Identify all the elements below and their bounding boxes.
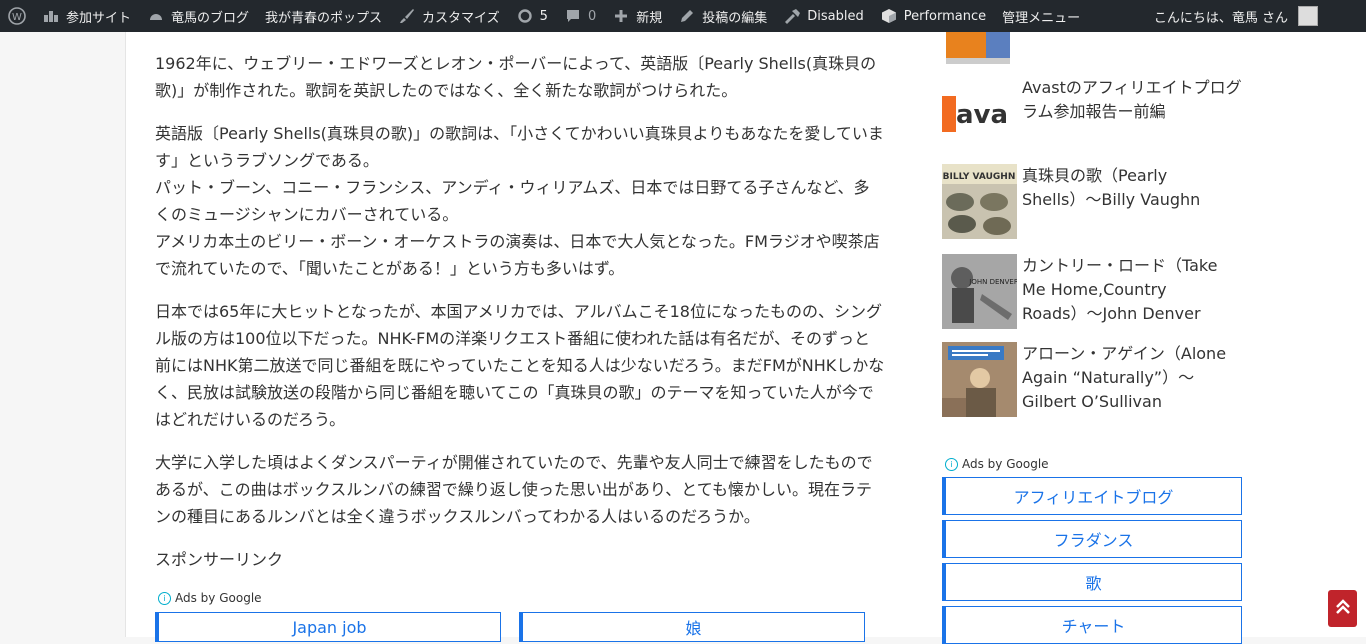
site-name-menu[interactable]: 竜馬のブログ (139, 0, 257, 32)
avatar (1298, 6, 1318, 26)
article-paragraph-2: 英語版〔Pearly Shells(真珠貝の歌)」の歌詞は、「小さくてかわいい真… (155, 124, 884, 278)
pencil-icon (678, 7, 696, 25)
article-paragraph-4: 大学に入学した頃はよくダンスパーティが開催されていたので、先輩や友人同士で練習を… (155, 453, 873, 526)
updates-link[interactable]: 5 (508, 0, 556, 32)
customize-link[interactable]: カスタマイズ (390, 0, 508, 32)
ads-by-google[interactable]: i Ads by Google (158, 591, 262, 605)
post-title[interactable]: アローン・アゲイン（Alone Again “Naturally”）〜Gilbe… (1022, 342, 1244, 417)
post-thumbnail[interactable] (942, 342, 1017, 417)
post-thumbnail[interactable]: ava (942, 76, 1017, 151)
performance-label: Performance (903, 8, 987, 24)
sidebar-post-2[interactable]: BILLY VAUGHN 真珠貝の歌（Pearly Shells）〜Billy … (942, 164, 1244, 239)
edit-post-label: 投稿の編集 (702, 10, 768, 26)
avast-logo-text: ava (956, 100, 1008, 130)
performance-menu[interactable]: Performance (872, 0, 994, 32)
comment-icon (564, 7, 582, 25)
sidebar-ad-link-song[interactable]: 歌 (942, 563, 1242, 601)
sites-icon (42, 7, 60, 25)
article-paragraph-3: 日本では65年に大ヒットとなったが、本国アメリカでは、アルバムこそ18位になった… (155, 302, 885, 429)
plus-icon (612, 7, 630, 25)
site-title-link[interactable]: 我が青春のポップス (257, 0, 390, 32)
site-name-label: 竜馬のブログ (171, 10, 250, 26)
album-title-text: JOHN DENVER (968, 278, 1017, 286)
disabled-label: Disabled (807, 8, 864, 24)
comments-link[interactable]: 0 (556, 0, 604, 32)
svg-text:W: W (12, 12, 22, 23)
ad-link-musume[interactable]: 娘 (519, 612, 865, 642)
tool-icon (783, 7, 801, 25)
sidebar-ad-link-hula-dance[interactable]: フラダンス (942, 520, 1242, 558)
edit-post-link[interactable]: 投稿の編集 (670, 0, 775, 32)
main-content: 1962年に、ウェブリー・エドワーズとレオン・ポーバーによって、英語版〔Pear… (125, 32, 913, 642)
customize-label: カスタマイズ (422, 10, 500, 26)
sidebar-post-1[interactable]: ava Avastのアフィリエイトプログラム参加報告ー前編 (942, 76, 1244, 151)
article-body: 1962年に、ウェブリー・エドワーズとレオン・ポーバーによって、英語版〔Pear… (155, 50, 885, 573)
comments-count: 0 (587, 8, 597, 24)
ads-label-text: Ads by Google (175, 591, 262, 605)
my-account-menu[interactable]: こんにちは、竜馬 さん (1146, 0, 1366, 32)
ads-label-text: Ads by Google (962, 457, 1049, 471)
sidebar-post-4[interactable]: アローン・アゲイン（Alone Again “Naturally”）〜Gilbe… (942, 342, 1244, 417)
disabled-menu[interactable]: Disabled (775, 0, 871, 32)
info-icon: i (158, 591, 171, 605)
admin-menu-link[interactable]: 管理メニュー (994, 0, 1088, 32)
admin-menu-label: 管理メニュー (1002, 10, 1081, 26)
post-title[interactable]: 真珠貝の歌（Pearly Shells）〜Billy Vaughn (1022, 164, 1244, 239)
sidebar-post-3[interactable]: JOHN DENVER カントリー・ロード（Take Me Home,Count… (942, 254, 1244, 329)
wordpress-menu[interactable]: W (0, 0, 34, 32)
album-title-text: BILLY VAUGHN (943, 172, 1016, 182)
post-thumbnail[interactable]: BILLY VAUGHN (942, 164, 1017, 239)
my-sites-label: 参加サイト (66, 10, 132, 26)
updates-count: 5 (539, 8, 548, 24)
site-title-label: 我が青春のポップス (265, 10, 383, 26)
my-sites-menu[interactable]: 参加サイト (34, 0, 139, 32)
double-chevron-up-icon (1335, 598, 1351, 620)
new-content-label: 新規 (636, 10, 663, 26)
dashboard-icon (147, 7, 165, 25)
partial-post-thumbnail[interactable] (942, 32, 1017, 66)
wordpress-icon: W (8, 7, 26, 25)
cube-icon (880, 7, 898, 25)
new-content-menu[interactable]: 新規 (604, 0, 670, 32)
info-icon: i (945, 457, 958, 471)
post-title[interactable]: Avastのアフィリエイトプログラム参加報告ー前編 (1022, 76, 1244, 151)
back-to-top-button[interactable] (1328, 590, 1357, 627)
ad-link-japan-job[interactable]: Japan job (155, 612, 501, 642)
admin-bar: W 参加サイト 竜馬のブログ 我が青春のポップス カスタマイズ 5 0 新規 投… (0, 0, 1366, 32)
sidebar: ava Avastのアフィリエイトプログラム参加報告ー前編 BILLY VAUG… (912, 32, 1366, 644)
sidebar-ads-by-google[interactable]: i Ads by Google (945, 457, 1049, 471)
brush-icon (398, 7, 416, 25)
sidebar-ad-link-affiliate-blog[interactable]: アフィリエイトブログ (942, 477, 1242, 515)
sidebar-ad-link-chart[interactable]: チャート (942, 606, 1242, 644)
greeting-text: こんにちは、竜馬 さん (1153, 10, 1288, 26)
post-thumbnail[interactable]: JOHN DENVER (942, 254, 1019, 329)
article-paragraph-1: 1962年に、ウェブリー・エドワーズとレオン・ポーバーによって、英語版〔Pear… (155, 54, 877, 100)
updates-icon (516, 7, 534, 25)
post-title[interactable]: カントリー・ロード（Take Me Home,Country Roads）〜Jo… (1022, 254, 1244, 329)
sponsor-link-heading: スポンサーリンク (155, 550, 284, 569)
